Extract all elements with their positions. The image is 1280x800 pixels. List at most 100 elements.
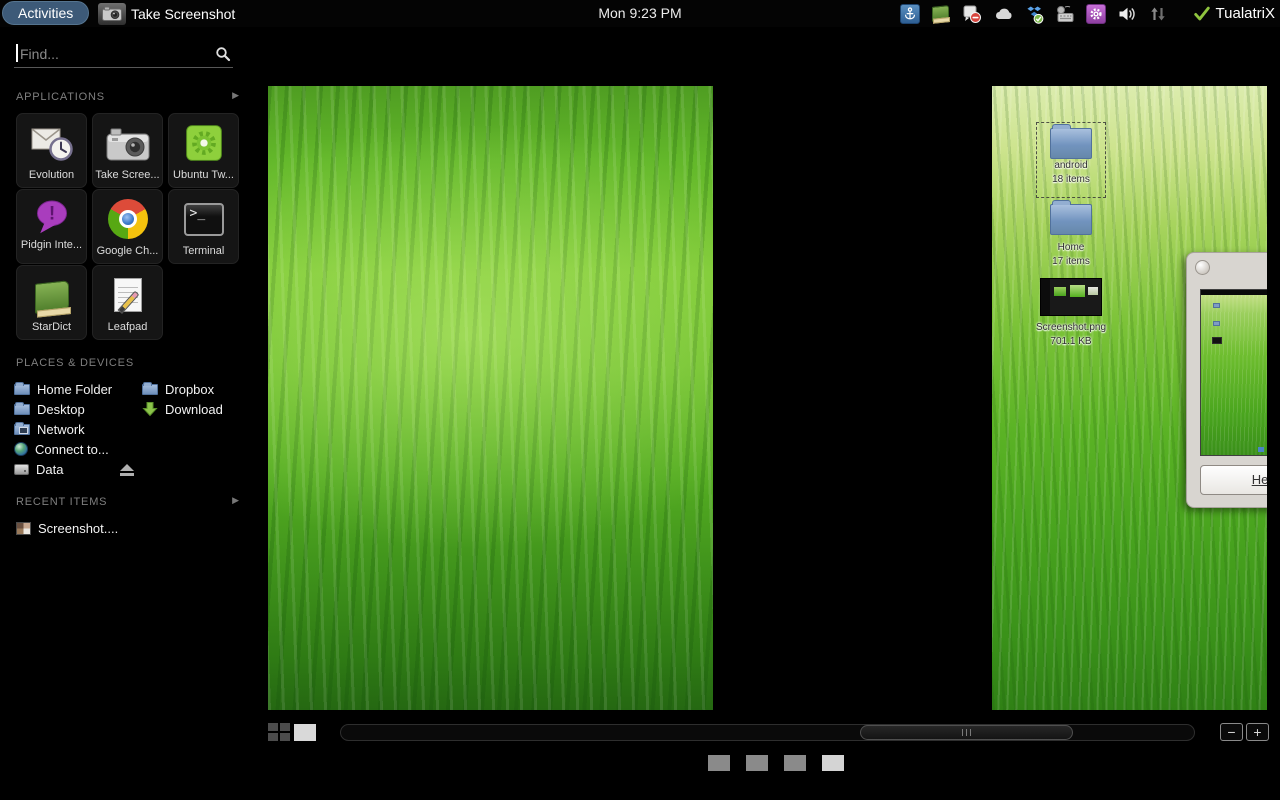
- applications-header: APPLICATIONS: [16, 91, 105, 103]
- terminal-icon: [181, 196, 227, 242]
- app-tile-leafpad[interactable]: Leafpad: [92, 265, 163, 340]
- app-label: Google Ch...: [97, 245, 159, 257]
- workspace-page-indicator[interactable]: [746, 755, 768, 771]
- place-item-dropbox[interactable]: Dropbox: [142, 379, 223, 399]
- dash-sidebar: APPLICATIONS ▶ Evolution: [0, 27, 250, 800]
- eject-icon[interactable]: [119, 464, 135, 477]
- ubuntu-tweak-icon: [181, 120, 227, 166]
- place-item-download[interactable]: Download: [142, 399, 223, 419]
- places-column-right: Dropbox Download: [142, 379, 223, 419]
- screenshot-dialog-window[interactable]: He: [1186, 252, 1267, 508]
- desktop-icon-home: Home 17 items: [1036, 204, 1106, 269]
- place-label: Connect to...: [35, 442, 109, 457]
- place-label: Dropbox: [165, 382, 214, 397]
- workspace-thumbnail-left[interactable]: [268, 86, 713, 710]
- user-name: TualatriX: [1216, 5, 1275, 22]
- desktop-icon-screenshot-png: Screenshot.png 701.1 KB: [1024, 278, 1118, 349]
- workspace-page-indicators: [708, 755, 844, 771]
- gnome-shell-overview: Activities Take Screenshot Mon 9:23 PM: [0, 0, 1280, 800]
- app-tile-pidgin[interactable]: ! Pidgin Inte...: [16, 189, 87, 264]
- desktop-icon-detail: 18 items: [1037, 173, 1105, 187]
- grid-view-toggle-icon[interactable]: [268, 723, 290, 741]
- app-label: Take Scree...: [95, 169, 159, 181]
- sync-arrows-indicator-icon[interactable]: [1148, 4, 1168, 24]
- svg-text:!: !: [48, 204, 54, 225]
- home-folder-icon: [14, 384, 30, 395]
- app-tile-google-chrome[interactable]: Google Ch...: [92, 189, 163, 264]
- places-header: PLACES & DEVICES: [16, 357, 134, 369]
- applications-grid: Evolution Take Scree...: [16, 113, 239, 340]
- search-icon[interactable]: [215, 46, 231, 67]
- chrome-icon: [105, 196, 151, 242]
- app-tile-terminal[interactable]: Terminal: [168, 189, 239, 264]
- dialog-circle-icon: [1195, 260, 1210, 275]
- place-item-network[interactable]: Network: [14, 419, 112, 439]
- recent-item-screenshot[interactable]: Screenshot....: [16, 521, 118, 536]
- camera-app-icon: [105, 120, 151, 166]
- workspace-scrollbar-track[interactable]: [340, 724, 1195, 741]
- workspace-scrollbar-thumb[interactable]: [860, 725, 1073, 740]
- app-tile-stardict[interactable]: StarDict: [16, 265, 87, 340]
- app-tile-ubuntu-tweak[interactable]: Ubuntu Tw...: [168, 113, 239, 188]
- desktop-icon-detail: 701.1 KB: [1024, 335, 1118, 349]
- network-folder-icon: [14, 424, 30, 435]
- text-cursor: [16, 44, 18, 62]
- desktop-icon-android: android 18 items: [1036, 122, 1106, 198]
- dropbox-indicator-icon[interactable]: [1024, 4, 1044, 24]
- help-button: He: [1200, 465, 1267, 495]
- top-bar: Activities Take Screenshot Mon 9:23 PM: [0, 0, 1280, 27]
- zoom-in-button[interactable]: +: [1246, 723, 1269, 741]
- place-label: Network: [37, 422, 85, 437]
- stardict-book-icon: [29, 272, 75, 318]
- folder-icon: [1050, 204, 1092, 235]
- linear-view-toggle-icon[interactable]: [294, 724, 316, 741]
- image-preview-icon: [1040, 278, 1102, 316]
- app-label: Leafpad: [108, 321, 148, 333]
- search-input[interactable]: [20, 43, 200, 65]
- zoom-out-button[interactable]: −: [1220, 723, 1243, 741]
- place-label: Home Folder: [37, 382, 112, 397]
- app-label: Ubuntu Tw...: [173, 169, 234, 181]
- volume-indicator-icon[interactable]: [1117, 4, 1137, 24]
- desktop-icon-label: android: [1037, 159, 1105, 173]
- recent-items-expand-icon[interactable]: ▶: [232, 495, 239, 506]
- tweak-gear-indicator-icon[interactable]: [1086, 4, 1106, 24]
- folder-icon: [1050, 128, 1092, 159]
- workspace-page-indicator[interactable]: [708, 755, 730, 771]
- globe-icon: [14, 442, 28, 456]
- app-label: Pidgin Inte...: [21, 239, 82, 251]
- app-label: StarDict: [32, 321, 71, 333]
- place-label: Download: [165, 402, 223, 417]
- desktop-folder-icon: [14, 404, 30, 415]
- workspace-page-indicator-active[interactable]: [822, 755, 844, 771]
- place-item-home-folder[interactable]: Home Folder: [14, 379, 112, 399]
- app-tile-take-screenshot[interactable]: Take Scree...: [92, 113, 163, 188]
- workspace-page-indicator[interactable]: [784, 755, 806, 771]
- download-arrow-icon: [142, 401, 158, 417]
- places-column-left: Home Folder Desktop Network Connect to..…: [14, 379, 112, 479]
- pidgin-bubble-icon: !: [32, 196, 72, 236]
- status-check-icon: [1193, 5, 1211, 23]
- recent-item-label: Screenshot....: [38, 521, 118, 536]
- search-box: [14, 41, 233, 68]
- cloud-indicator-icon[interactable]: [993, 4, 1013, 24]
- keyboard-indicator-icon[interactable]: [1055, 4, 1075, 24]
- applications-expand-icon[interactable]: ▶: [232, 90, 239, 101]
- workspace-thumbnail-right[interactable]: android 18 items Home 17 items Screensho…: [992, 86, 1267, 710]
- place-item-connect-to[interactable]: Connect to...: [14, 439, 112, 459]
- desktop-icon-detail: 17 items: [1036, 255, 1106, 269]
- place-item-desktop[interactable]: Desktop: [14, 399, 112, 419]
- dropbox-folder-icon: [142, 384, 158, 395]
- app-tile-evolution[interactable]: Evolution: [16, 113, 87, 188]
- user-menu[interactable]: TualatriX: [1193, 5, 1275, 23]
- place-label: Desktop: [37, 402, 85, 417]
- desktop-icon-label: Home: [1036, 241, 1106, 255]
- system-tray: TualatriX: [900, 0, 1275, 27]
- anchor-indicator-icon[interactable]: [900, 4, 920, 24]
- screenshot-preview-image: [1200, 289, 1267, 456]
- app-label: Terminal: [183, 245, 225, 257]
- evolution-mail-icon: [29, 120, 75, 166]
- place-item-data[interactable]: Data: [14, 459, 112, 479]
- message-busy-indicator-icon[interactable]: [962, 4, 982, 24]
- stardict-indicator-icon[interactable]: [931, 4, 951, 24]
